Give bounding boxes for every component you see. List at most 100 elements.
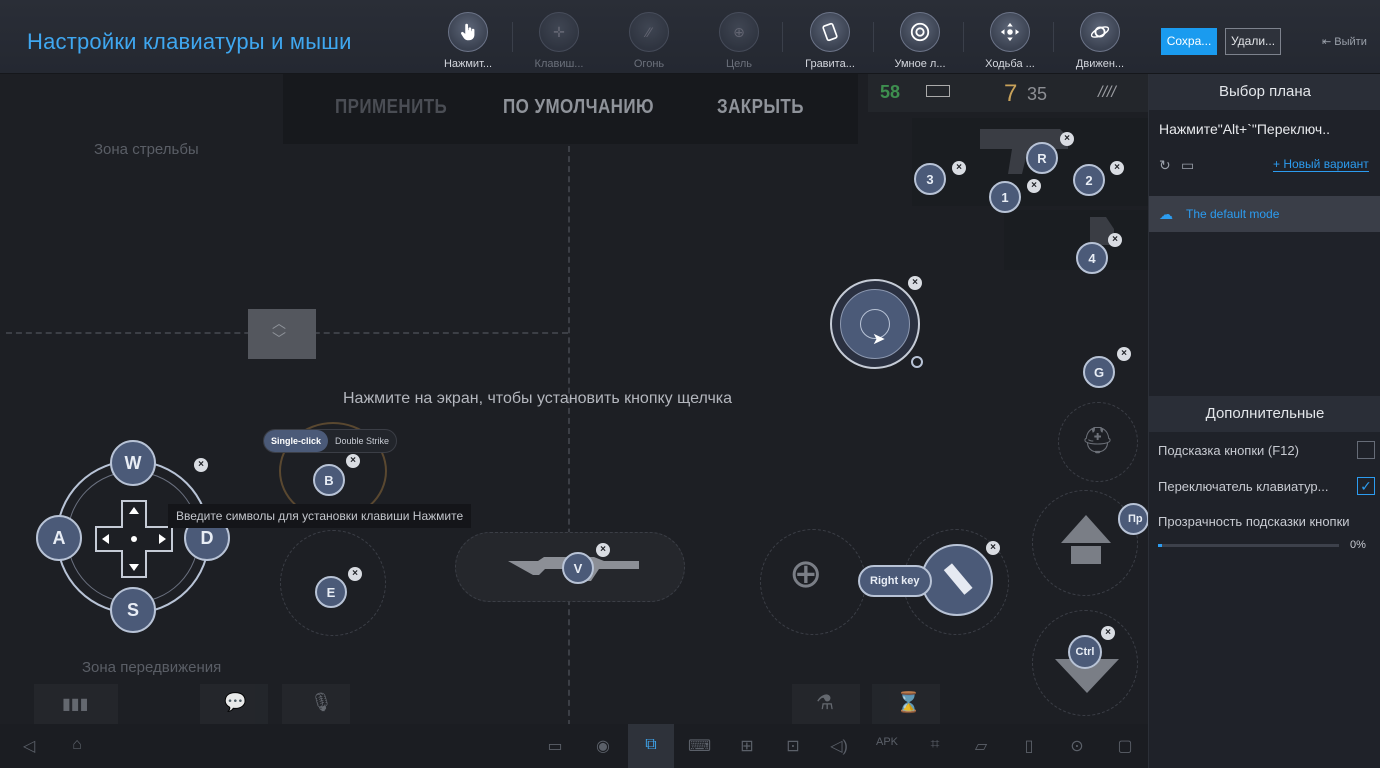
close-icon[interactable]: ×: [1110, 161, 1124, 175]
divider: [568, 146, 570, 726]
close-icon[interactable]: ×: [194, 458, 208, 472]
screenshot-icon[interactable]: ⊡: [782, 736, 804, 756]
opacity-slider[interactable]: [1158, 544, 1339, 547]
apply-button[interactable]: ПРИМЕНИТЬ: [335, 96, 447, 119]
chat-button[interactable]: 💬: [200, 684, 268, 724]
save-button[interactable]: Сохра...: [1161, 28, 1217, 55]
smart-cast-icon: [900, 12, 940, 52]
tool-fire[interactable]: ⁄⁄ Огонь: [604, 12, 694, 70]
mode-list-item[interactable]: ☁ The default mode: [1149, 196, 1380, 232]
tool-gravity[interactable]: Гравита...: [785, 12, 875, 70]
battery-icon: [926, 85, 950, 97]
tilt-phone-icon: [810, 12, 850, 52]
folder-icon[interactable]: ▭: [1181, 157, 1194, 174]
volume-icon[interactable]: ◁): [828, 736, 850, 756]
home-icon[interactable]: ⌂: [66, 736, 88, 756]
keyboard-icon[interactable]: ⌨: [688, 736, 711, 756]
key-b[interactable]: B: [313, 464, 345, 496]
key-w[interactable]: W: [110, 440, 156, 486]
close-icon[interactable]: ×: [1027, 179, 1041, 193]
close-button[interactable]: ЗАКРЫТЬ: [717, 96, 804, 119]
close-icon[interactable]: ×: [986, 541, 1000, 555]
click-type-toggle[interactable]: Single-click Double Strike: [263, 429, 398, 453]
key-v[interactable]: V: [562, 552, 594, 584]
shake-icon[interactable]: ▯: [1018, 736, 1040, 756]
folder-icon[interactable]: ▱: [970, 736, 992, 756]
tool-walk[interactable]: Ходьба ...: [965, 12, 1055, 70]
aim-control[interactable]: ➤: [830, 279, 920, 369]
tool-keys[interactable]: ✛ Клавиш...: [514, 12, 604, 70]
close-icon[interactable]: ×: [346, 454, 360, 468]
checkbox-hint[interactable]: [1357, 441, 1375, 459]
key-input-tooltip: Введите символы для установки клавиши На…: [168, 504, 472, 528]
key-e[interactable]: E: [315, 576, 347, 608]
exit-button[interactable]: ⇤ Выйти: [1322, 35, 1367, 48]
signal-icon: ////: [1098, 84, 1116, 101]
resize-handle[interactable]: [911, 356, 923, 368]
crouch-control[interactable]: ⛑: [1058, 402, 1138, 482]
checkbox-keyboard-switch[interactable]: ✓: [1357, 477, 1375, 495]
tool-aim[interactable]: ⊕ Цель: [694, 12, 784, 70]
mic-button[interactable]: 🎙: [282, 684, 350, 724]
close-icon[interactable]: ×: [596, 543, 610, 557]
screen-record-icon[interactable]: ◉: [592, 736, 614, 756]
gamepad-icon[interactable]: ⊞: [736, 736, 758, 756]
delete-button[interactable]: Удали...: [1225, 28, 1281, 55]
double-strike-option[interactable]: Double Strike: [328, 436, 396, 446]
key-right-mouse[interactable]: Right key: [858, 565, 932, 597]
keymap-canvas[interactable]: ПРИМЕНИТЬ ПО УМОЛЧАНИЮ ЗАКРЫТЬ Зона стре…: [0, 74, 1148, 768]
scope-control[interactable]: ⊕: [760, 529, 866, 635]
tool-label: Огонь: [633, 58, 665, 70]
overlay-menu: ПРИМЕНИТЬ ПО УМОЛЧАНИЮ ЗАКРЫТЬ: [283, 74, 858, 144]
tool-label: Нажмит...: [443, 58, 493, 70]
toolbar: Настройки клавиатуры и мыши Нажмит... ✛ …: [0, 0, 1380, 74]
refresh-icon[interactable]: ↻: [1159, 157, 1171, 174]
close-icon[interactable]: ×: [908, 276, 922, 290]
key-4[interactable]: 4: [1076, 242, 1108, 274]
slider-fill: [1158, 544, 1162, 547]
opacity-label: Прозрачность подсказки кнопки: [1158, 514, 1350, 529]
key-s[interactable]: S: [110, 587, 156, 633]
rotate-icon[interactable]: ▢: [1114, 736, 1136, 756]
default-button[interactable]: ПО УМОЛЧАНИЮ: [503, 96, 654, 119]
camera-icon[interactable]: ▭: [544, 736, 566, 756]
tool-tap[interactable]: Нажмит...: [423, 12, 513, 70]
drag-handle[interactable]: ︿ ﹀: [248, 309, 316, 359]
stats-button[interactable]: ▮▮▮: [34, 684, 118, 724]
divider: [1053, 22, 1054, 52]
heal-button[interactable]: ⚗: [792, 684, 860, 724]
key-partial[interactable]: Пр: [1118, 503, 1148, 535]
tool-move[interactable]: Движен...: [1055, 12, 1145, 70]
single-click-option[interactable]: Single-click: [264, 430, 329, 452]
key-3[interactable]: 3: [914, 163, 946, 195]
location-icon[interactable]: ⊙: [1066, 736, 1088, 756]
opacity-value: 0%: [1350, 539, 1366, 551]
fire-button[interactable]: ❚: [921, 544, 993, 616]
key-r[interactable]: R: [1026, 142, 1058, 174]
key-a[interactable]: A: [36, 515, 82, 561]
bar-chart-icon: ▮▮▮: [62, 696, 89, 713]
key-2[interactable]: 2: [1073, 164, 1105, 196]
crop-icon[interactable]: ⌗: [924, 736, 946, 756]
dpad-icon: ✛: [539, 12, 579, 52]
key-g[interactable]: G: [1083, 356, 1115, 388]
key-ctrl[interactable]: Ctrl: [1068, 635, 1102, 669]
jump-control[interactable]: [1032, 490, 1138, 596]
timer-button[interactable]: ⌛: [872, 684, 940, 724]
tool-smart[interactable]: Умное л...: [875, 12, 965, 70]
multi-window-icon[interactable]: ⧉: [640, 736, 662, 756]
divider: [963, 22, 964, 52]
close-icon[interactable]: ×: [348, 567, 362, 581]
close-icon[interactable]: ×: [1101, 626, 1115, 640]
page-title: Настройки клавиатуры и мыши: [27, 29, 352, 54]
close-icon[interactable]: ×: [1060, 132, 1074, 146]
close-icon[interactable]: ×: [1108, 233, 1122, 247]
shoot-zone-label: Зона стрельбы: [94, 141, 199, 158]
new-variant-link[interactable]: + Новый вариант: [1273, 157, 1369, 172]
back-icon[interactable]: ◁: [18, 736, 40, 756]
close-icon[interactable]: ×: [1117, 347, 1131, 361]
key-1[interactable]: 1: [989, 181, 1021, 213]
tool-label: Гравита...: [805, 58, 855, 70]
apk-icon[interactable]: APK: [876, 736, 898, 756]
close-icon[interactable]: ×: [952, 161, 966, 175]
